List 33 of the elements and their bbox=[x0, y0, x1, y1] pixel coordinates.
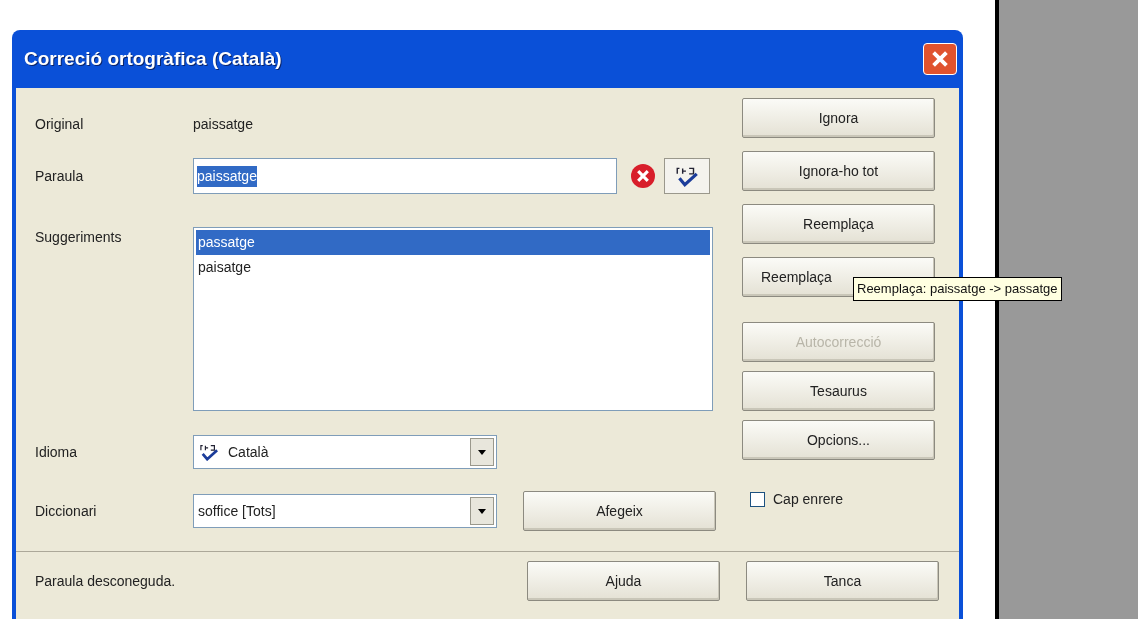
error-icon bbox=[631, 164, 655, 188]
dropdown-field[interactable]: Català bbox=[193, 435, 497, 469]
dialog-button[interactable]: Ignora-ho tot bbox=[742, 151, 935, 191]
dropdown-field[interactable]: soffice [Tots] bbox=[193, 494, 497, 528]
word-input[interactable]: paissatge bbox=[193, 158, 617, 194]
dialog-button[interactable]: Ignora bbox=[742, 98, 935, 138]
window-title: Correció ortogràfica (Català) bbox=[24, 46, 282, 71]
dropdown-value: Català bbox=[228, 442, 270, 462]
checkbox-label: Cap enrere bbox=[773, 490, 844, 509]
checkbox[interactable] bbox=[750, 492, 765, 507]
field-label: Suggeriments bbox=[35, 228, 123, 247]
spellcheck-icon bbox=[674, 165, 700, 187]
tooltip: Reemplaça: paissatge -> passatge bbox=[853, 277, 1062, 301]
original-word: paissatge bbox=[193, 114, 253, 134]
dialog-button[interactable]: Opcions... bbox=[742, 420, 935, 460]
close-icon bbox=[932, 51, 948, 67]
field-label: Original bbox=[35, 114, 85, 134]
suggestion-item[interactable]: paisatge bbox=[196, 255, 710, 280]
dialog-button[interactable]: Tesaurus bbox=[742, 371, 935, 411]
field-label: Paraula bbox=[35, 166, 85, 186]
status-text: Paraula desconeguda. bbox=[35, 571, 177, 591]
suggestion-item[interactable]: passatge bbox=[196, 230, 710, 255]
dropdown-value: soffice [Tots] bbox=[198, 501, 277, 521]
spellcheck-icon bbox=[198, 443, 220, 461]
dialog-button[interactable]: Afegeix bbox=[523, 491, 716, 531]
spellcheck-button[interactable] bbox=[664, 158, 710, 194]
dialog-button[interactable]: Tanca bbox=[746, 561, 939, 601]
close-button[interactable] bbox=[923, 43, 957, 75]
word-value: paissatge bbox=[197, 165, 257, 187]
dialog-button[interactable]: Ajuda bbox=[527, 561, 720, 601]
field-label: Idioma bbox=[35, 442, 79, 462]
dialog-button[interactable]: Reemplaça bbox=[742, 204, 935, 244]
field-label: Diccionari bbox=[35, 501, 98, 521]
